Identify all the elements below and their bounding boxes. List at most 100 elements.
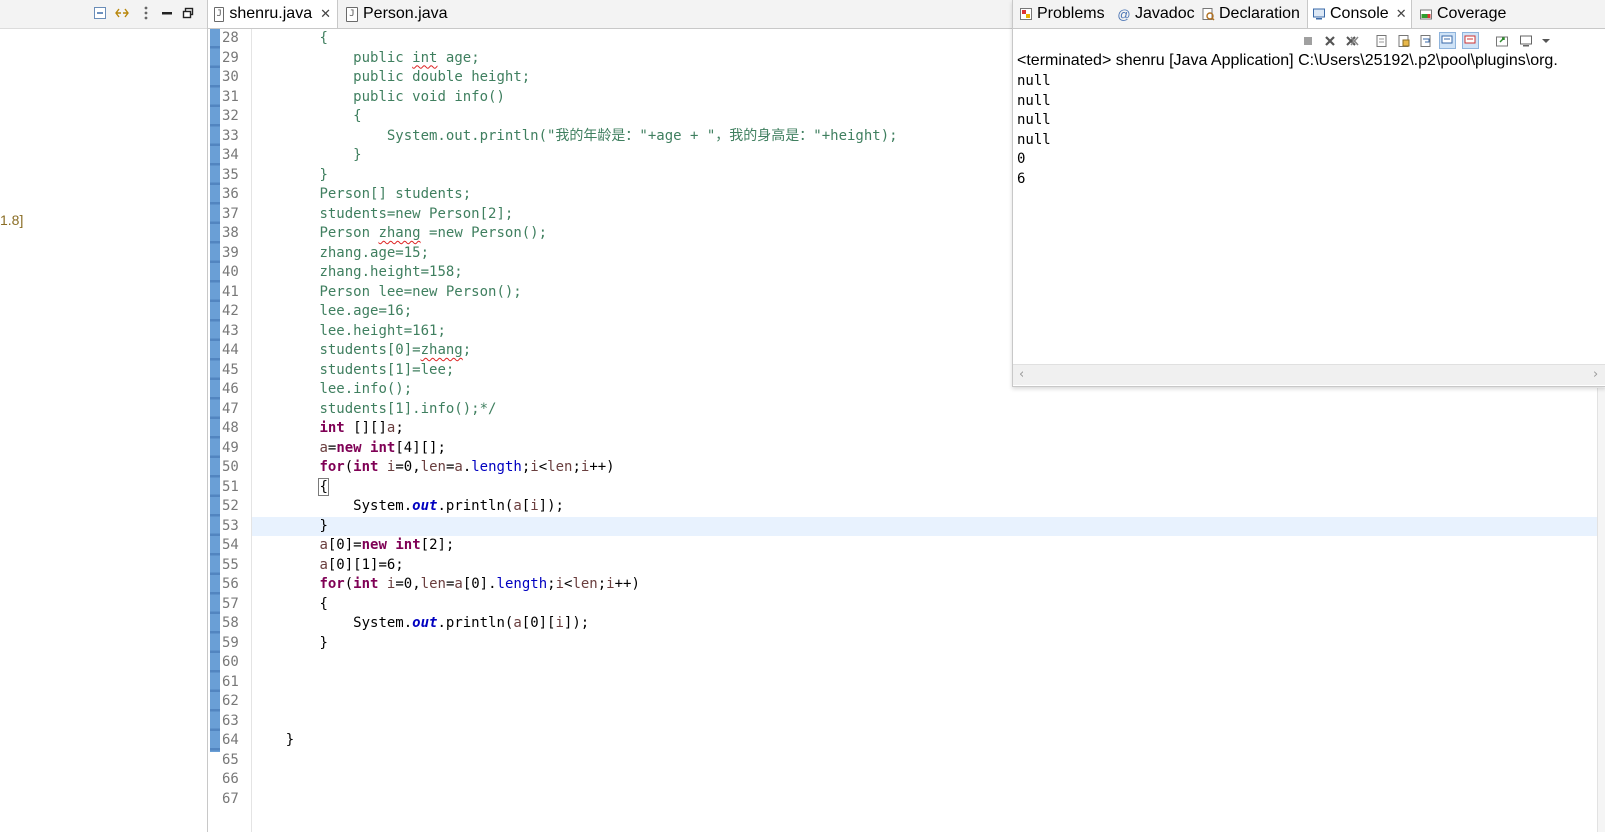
close-icon[interactable]: ✕ xyxy=(320,6,331,22)
console-icon xyxy=(1312,7,1326,21)
tree-item-jre[interactable]: 1.8] xyxy=(0,212,23,228)
code-line: a[0][1]=6; xyxy=(319,556,404,573)
line-number: 52 xyxy=(222,498,239,514)
code-line: for(int i=0,len=a[0].length;i<len;i++) xyxy=(319,576,640,592)
chevron-down-icon[interactable] xyxy=(1537,32,1554,49)
console-output-line: null xyxy=(1017,112,1051,128)
clear-console-icon[interactable] xyxy=(1373,32,1390,49)
code-line: { xyxy=(319,595,328,612)
line-number: 30 xyxy=(222,69,239,85)
code-line: int [][]a; xyxy=(319,420,404,436)
editor-vertical-scrollbar[interactable] xyxy=(1597,388,1605,832)
line-number-gutter: 28 29 30 31 32 33 34 35 36 37 38 39 40 41 42 43 44 45 46 47… xyxy=(222,29,250,809)
view-menu-icon[interactable] xyxy=(137,4,155,22)
line-number: 50 xyxy=(222,459,239,475)
collapse-all-icon[interactable] xyxy=(91,4,109,22)
close-icon[interactable]: ✕ xyxy=(1396,6,1407,22)
console-horizontal-scrollbar[interactable]: ‹ › xyxy=(1013,364,1605,385)
tab-problems[interactable]: Problems xyxy=(1015,0,1109,28)
console-output[interactable]: null null null null 0 6 xyxy=(1017,72,1051,189)
line-number: 31 xyxy=(222,88,239,105)
tab-label: Declaration xyxy=(1219,5,1300,22)
minimize-icon[interactable] xyxy=(158,4,176,22)
link-with-editor-icon[interactable] xyxy=(113,4,131,22)
code-line: } xyxy=(319,634,328,651)
package-explorer: 1.8] xyxy=(0,0,208,832)
pin-console-icon[interactable] xyxy=(1493,32,1510,49)
line-number: 48 xyxy=(222,420,239,436)
code-line: for(int i=0,len=a.length;i<len;i++) xyxy=(319,459,615,475)
line-number: 29 xyxy=(222,49,239,66)
line-number: 28 xyxy=(222,30,239,46)
tab-console[interactable]: Console ✕ xyxy=(1307,0,1412,28)
code-line: a=new int[4][]; xyxy=(319,439,446,456)
tab-javadoc[interactable]: @ Javadoc xyxy=(1113,0,1199,28)
line-number: 55 xyxy=(222,556,239,573)
line-number: 61 xyxy=(222,673,239,690)
line-number: 40 xyxy=(222,264,239,280)
line-number: 43 xyxy=(222,322,239,339)
remove-all-terminated-icon[interactable] xyxy=(1343,32,1360,49)
line-number: 59 xyxy=(222,634,239,651)
line-number: 66 xyxy=(222,771,239,787)
tab-label: Console xyxy=(1330,5,1389,22)
line-number: 32 xyxy=(222,108,239,124)
line-number: 58 xyxy=(222,615,239,631)
tab-label: Coverage xyxy=(1437,5,1507,22)
editor-tab-bar: J shenru.java ✕ J Person.java xyxy=(208,0,1036,29)
tab-coverage[interactable]: Coverage xyxy=(1415,0,1510,28)
maximize-icon[interactable] xyxy=(179,4,197,22)
show-console-on-stdout-icon[interactable] xyxy=(1439,32,1456,49)
view-tab-bar: Problems @ Javadoc Declaration Console ✕… xyxy=(1013,0,1605,29)
line-number: 63 xyxy=(222,712,239,729)
java-file-icon: J xyxy=(214,6,225,22)
tab-label: Person.java xyxy=(363,5,448,22)
line-number: 33 xyxy=(222,127,239,144)
tab-label: Javadoc xyxy=(1135,5,1195,22)
code-line: System.out.println(a[0][i]); xyxy=(353,615,590,631)
line-number: 46 xyxy=(222,381,239,397)
scroll-lock-icon[interactable] xyxy=(1395,32,1412,49)
chevron-right-icon[interactable]: › xyxy=(1593,367,1598,382)
javadoc-icon: @ xyxy=(1117,6,1131,22)
terminate-icon[interactable] xyxy=(1299,32,1316,49)
line-number: 64 xyxy=(222,732,239,748)
current-code-line: } xyxy=(252,516,1605,536)
console-output-line: null xyxy=(1017,131,1051,148)
tab-declaration[interactable]: Declaration xyxy=(1197,0,1304,28)
line-number: 56 xyxy=(222,576,239,592)
code-line: a[0]=new int[2]; xyxy=(319,537,455,553)
line-number: 47 xyxy=(222,400,239,417)
matching-bracket: { xyxy=(318,477,329,496)
line-number: 35 xyxy=(222,166,239,183)
console-output-line: 6 xyxy=(1017,170,1026,187)
console-view: Problems @ Javadoc Declaration Console ✕… xyxy=(1012,0,1605,387)
line-number: 60 xyxy=(222,654,239,670)
java-file-icon: J xyxy=(346,6,358,22)
console-launch-header: <terminated> shenru [Java Application] C… xyxy=(1017,52,1558,69)
tab-person-java[interactable]: J Person.java xyxy=(340,0,460,28)
line-number: 45 xyxy=(222,361,239,378)
code-line: } xyxy=(285,732,295,748)
line-number: 36 xyxy=(222,186,239,202)
line-number: 37 xyxy=(222,205,239,222)
word-wrap-icon[interactable] xyxy=(1417,32,1434,49)
remove-launch-icon[interactable] xyxy=(1321,32,1338,49)
display-selected-console-icon[interactable] xyxy=(1517,32,1534,49)
line-number: 65 xyxy=(222,751,239,768)
console-output-line: null xyxy=(1017,73,1051,89)
change-ruler-stripes xyxy=(210,29,220,752)
tab-shenru-java[interactable]: J shenru.java ✕ xyxy=(208,0,338,28)
declaration-icon xyxy=(1201,7,1215,21)
show-console-on-stderr-icon[interactable] xyxy=(1462,32,1479,49)
line-number: 67 xyxy=(222,790,239,807)
console-toolbar xyxy=(1013,29,1605,51)
line-number: 62 xyxy=(222,693,239,709)
line-number: 44 xyxy=(222,342,239,358)
line-number: 42 xyxy=(222,303,239,319)
chevron-left-icon[interactable]: ‹ xyxy=(1019,367,1024,382)
